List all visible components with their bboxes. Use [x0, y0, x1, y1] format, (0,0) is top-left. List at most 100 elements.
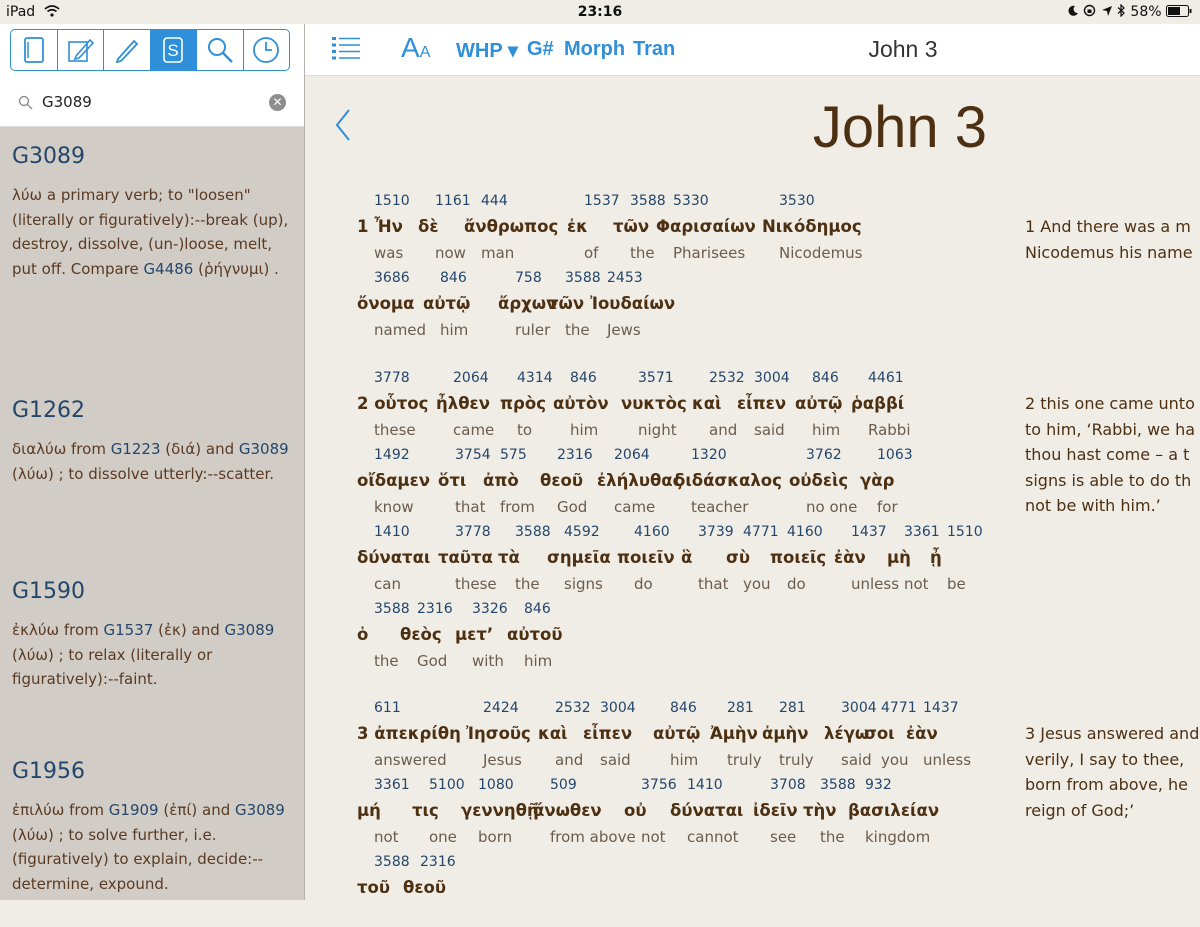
interlinear-word[interactable]: 3762 οὐδεὶς no one	[789, 443, 857, 520]
tool-search-button[interactable]	[197, 30, 244, 70]
interlinear-word[interactable]: 2316 θεὸς God	[400, 597, 453, 674]
strongs-number[interactable]: 4592	[547, 520, 611, 545]
strongs-number[interactable]: 3778	[438, 520, 497, 545]
strongs-number[interactable]: 444	[464, 189, 558, 214]
interlinear-word[interactable]: 2316 θεοῦ God	[540, 443, 593, 520]
interlinear-word[interactable]: 444 ἄνθρωπος man	[464, 189, 558, 266]
font-size-button[interactable]: AA	[401, 32, 430, 64]
strongs-number[interactable]: 1161	[418, 189, 471, 214]
strongs-link[interactable]: G3089	[235, 801, 285, 819]
strongs-number[interactable]: 2316	[540, 443, 593, 468]
tool-strongs-button[interactable]: S	[150, 30, 197, 70]
interlinear-word[interactable]: 3004 εἶπεν said	[583, 696, 636, 773]
strongs-link[interactable]: G1537	[104, 621, 154, 639]
strongs-number[interactable]: 575	[483, 443, 535, 468]
interlinear-word[interactable]: 3571 νυκτὸς night	[621, 366, 687, 443]
interlinear-word[interactable]: 4461 ῥαββί Rabbi	[851, 366, 911, 443]
strongs-number[interactable]: 5330	[656, 189, 756, 214]
strongs-number[interactable]: 1080	[461, 773, 539, 798]
interlinear-word[interactable]: 3530 Νικόδημος Nicodemus	[762, 189, 863, 266]
interlinear-word[interactable]: 611 3 ἀπεκρίθη answered	[357, 696, 461, 773]
strongs-number[interactable]: 3326	[455, 597, 508, 622]
interlinear-word[interactable]: 3588 τοῦ	[357, 850, 410, 927]
strongs-number[interactable]: 1063	[860, 443, 913, 468]
strongs-number[interactable]: 2064	[436, 366, 494, 391]
strongs-link[interactable]: G1223	[111, 440, 161, 458]
strongs-number[interactable]: 4160	[770, 520, 826, 545]
strongs-number[interactable]: 5100	[412, 773, 465, 798]
strongs-link[interactable]: G3089	[239, 440, 289, 458]
interlinear-word[interactable]: 2064 ἐλήλυθας came	[597, 443, 682, 520]
interlinear-word[interactable]: 1063 γὰρ for	[860, 443, 913, 520]
interlinear-word[interactable]: 932 βασιλείαν kingdom	[848, 773, 939, 850]
lexicon-entry[interactable]: G1590 ἐκλύω from G1537 (ἐκ) and G3089 (λ…	[12, 579, 292, 692]
strongs-link[interactable]: G4486	[144, 260, 194, 278]
morph-button[interactable]: Morph	[564, 38, 625, 61]
tool-pencil-button[interactable]	[104, 30, 151, 70]
strongs-number[interactable]: 3004	[737, 366, 790, 391]
strongs-link[interactable]: G3089	[225, 621, 275, 639]
strongs-number[interactable]: 4461	[851, 366, 911, 391]
strongs-number[interactable]: 1320	[674, 443, 782, 468]
interlinear-word[interactable]: 281 ἀμὴν truly	[762, 696, 814, 773]
interlinear-word[interactable]: 5330 Φαρισαίων Pharisees	[656, 189, 756, 266]
interlinear-word[interactable]: 2453 Ἰουδαίων Jews	[590, 266, 675, 343]
interlinear-word[interactable]: 2424 Ἰησοῦς Jesus	[466, 696, 531, 773]
interlinear-word[interactable]: 1510 ᾖ be	[930, 520, 983, 597]
strongs-number[interactable]: 846	[653, 696, 700, 721]
strongs-number[interactable]: 3756	[624, 773, 677, 798]
interlinear-word[interactable]: 1320 διδάσκαλος teacher	[674, 443, 782, 520]
tool-book-button[interactable]	[11, 30, 58, 70]
strongs-number[interactable]: 846	[553, 366, 609, 391]
strongs-number[interactable]: 2424	[466, 696, 531, 721]
interlinear-word[interactable]: 1410 δύναται can	[357, 520, 430, 597]
strongs-number[interactable]: 1492	[357, 443, 430, 468]
strongs-number[interactable]: 846	[795, 366, 842, 391]
strongs-number[interactable]: 3778	[357, 366, 428, 391]
strongs-number[interactable]: 509	[533, 773, 636, 798]
strongs-number[interactable]: 3686	[357, 266, 426, 291]
interlinear-word[interactable]: 1410 δύναται cannot	[670, 773, 743, 850]
translation-button[interactable]: Tran	[633, 38, 675, 61]
interlinear-word[interactable]: 846 αὐτῷ him	[423, 266, 470, 343]
interlinear-word[interactable]: 3588 τὰ the	[498, 520, 551, 597]
tool-note-button[interactable]	[58, 30, 104, 70]
strongs-number[interactable]: 2453	[590, 266, 675, 291]
interlinear-word[interactable]: 846 αὐτοῦ him	[507, 597, 563, 674]
lexicon-entry[interactable]: G1262 διαλύω from G1223 (διά) and G3089 …	[12, 398, 292, 486]
interlinear-word[interactable]: 3708 ἰδεῖν see	[753, 773, 806, 850]
strongs-number[interactable]: 611	[357, 696, 461, 721]
interlinear-word[interactable]: 1080 γεννηθῇ born	[461, 773, 539, 850]
clear-search-icon[interactable]: ✕	[269, 94, 286, 111]
strongs-number[interactable]: 3530	[762, 189, 863, 214]
lexicon-entry[interactable]: G1956 ἐπιλύω from G1909 (ἐπί) and G3089 …	[12, 759, 292, 896]
strongs-number[interactable]: 4314	[500, 366, 553, 391]
interlinear-word[interactable]: 846 αὐτὸν him	[553, 366, 609, 443]
strongs-number[interactable]: 3588	[357, 850, 410, 875]
strongs-number[interactable]: 281	[710, 696, 762, 721]
strongs-number[interactable]: 846	[423, 266, 470, 291]
interlinear-word[interactable]: 4160 ποιεῖν do	[617, 520, 675, 597]
interlinear-word[interactable]: 3756 οὐ not	[624, 773, 677, 850]
strongs-number[interactable]: 3708	[753, 773, 806, 798]
strongs-number[interactable]: 3762	[789, 443, 857, 468]
interlinear-word[interactable]: 3361 μή not	[357, 773, 410, 850]
interlinear-word[interactable]: 4314 πρὸς to	[500, 366, 553, 443]
interlinear-word[interactable]: 5100 τις one	[412, 773, 465, 850]
interlinear-word[interactable]: 4160 ποιεῖς do	[770, 520, 826, 597]
strongs-number[interactable]: 3588	[498, 520, 551, 545]
strongs-number[interactable]: 1437	[906, 696, 971, 721]
strongs-number[interactable]: 1537	[567, 189, 620, 214]
interlinear-word[interactable]: 1437 ἐὰν unless	[906, 696, 971, 773]
strongs-number-button[interactable]: G#	[527, 38, 554, 61]
strongs-number[interactable]: 2316	[403, 850, 456, 875]
interlinear-word[interactable]: 281 Ἀμὴν truly	[710, 696, 762, 773]
interlinear-word[interactable]: 4592 σημεῖα signs	[547, 520, 611, 597]
strongs-number[interactable]: 1410	[670, 773, 743, 798]
strongs-number[interactable]: 2316	[400, 597, 453, 622]
interlinear-word[interactable]: 1492 οἴδαμεν know	[357, 443, 430, 520]
interlinear-word[interactable]: 3778 2 οὗτος these	[357, 366, 428, 443]
interlinear-word[interactable]: 575 ἀπὸ from	[483, 443, 535, 520]
strongs-link[interactable]: G1909	[109, 801, 159, 819]
strongs-number[interactable]: 3571	[621, 366, 687, 391]
